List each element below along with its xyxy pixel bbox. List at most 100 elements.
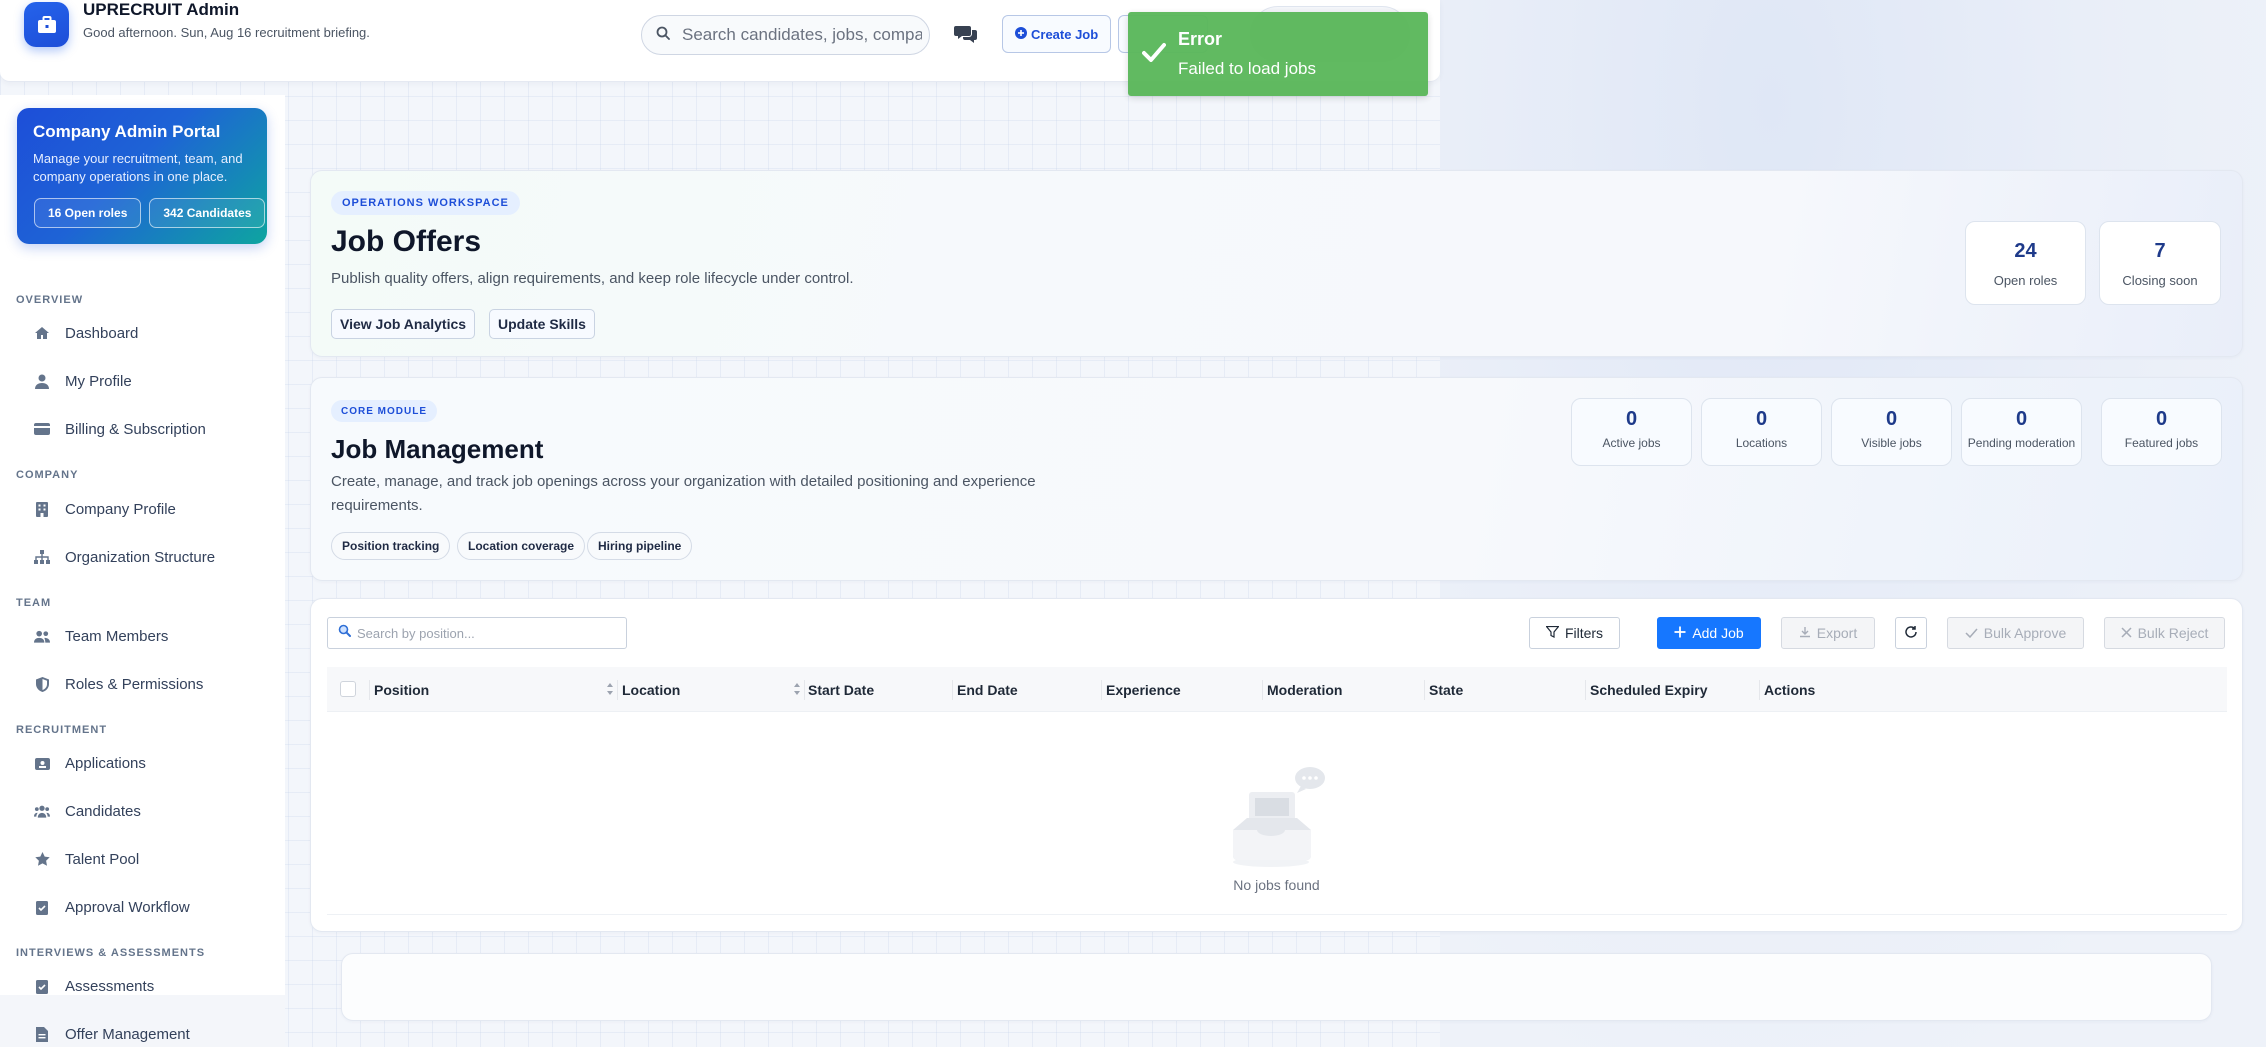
sidebar-item-org-structure[interactable]: Organization Structure xyxy=(34,542,215,572)
table-bottom-border xyxy=(327,914,2227,915)
plus-circle-icon xyxy=(1015,26,1027,42)
global-search-input[interactable] xyxy=(682,25,922,45)
stat-label: Open roles xyxy=(1993,273,2058,288)
app-title: UPRECRUIT Admin xyxy=(83,0,240,19)
sidebar-item-label: Roles & Permissions xyxy=(65,675,204,693)
stat-value: 0 xyxy=(2015,408,2028,430)
toast-title: Error xyxy=(1178,29,1223,49)
open-roles-badge[interactable]: 16 Open roles xyxy=(34,198,142,228)
bulk-reject-label: Bulk Reject xyxy=(2137,625,2209,641)
stat-locations: 0 Locations xyxy=(1701,398,1822,466)
sitemap-icon xyxy=(34,549,50,565)
export-button[interactable]: Export xyxy=(1781,617,1875,649)
bulk-reject-button[interactable]: Bulk Reject xyxy=(2104,617,2225,649)
portal-title: Company Admin Portal xyxy=(33,122,221,141)
sidebar-item-approval-workflow[interactable]: Approval Workflow xyxy=(34,892,190,922)
greeting-text: Good afternoon. Sun, Aug 16 recruitment … xyxy=(83,25,370,40)
column-state: State xyxy=(1429,681,1464,698)
portal-description: Manage your recruitment, team, and compa… xyxy=(33,151,243,184)
clipboard-check-icon xyxy=(34,899,50,915)
export-label: Export xyxy=(1816,625,1858,641)
core-module-tag: CORE MODULE xyxy=(331,400,437,422)
stat-visible-jobs: 0 Visible jobs xyxy=(1831,398,1952,466)
sidebar-item-offer-management[interactable]: Offer Management xyxy=(34,1019,190,1047)
user-icon xyxy=(34,373,50,389)
portal-card: Company Admin Portal Manage your recruit… xyxy=(17,108,267,244)
sidebar-item-label: Applications xyxy=(65,754,146,772)
bulk-approve-button[interactable]: Bulk Approve xyxy=(1947,617,2084,649)
view-job-analytics-button[interactable]: View Job Analytics xyxy=(331,309,476,339)
sort-icon[interactable] xyxy=(606,682,614,701)
add-job-button[interactable]: Add Job xyxy=(1657,617,1761,649)
table-header: Position Location Start Date End Date Ex… xyxy=(327,667,2227,712)
stat-value: 0 xyxy=(1885,408,1898,430)
sidebar-item-label: Company Profile xyxy=(65,500,176,518)
column-position[interactable]: Position xyxy=(374,667,429,712)
column-scheduled-expiry: Scheduled Expiry xyxy=(1590,681,1708,698)
select-all-checkbox[interactable] xyxy=(340,681,356,697)
sidebar-item-billing[interactable]: Billing & Subscription xyxy=(34,414,206,444)
stat-active-jobs: 0 Active jobs xyxy=(1571,398,1692,466)
sidebar-item-company-profile[interactable]: Company Profile xyxy=(34,494,176,524)
update-skills-button[interactable]: Update Skills xyxy=(489,309,595,339)
sidebar-item-my-profile[interactable]: My Profile xyxy=(34,366,132,396)
stat-label: Active jobs xyxy=(1602,436,1661,450)
user-group-icon xyxy=(34,803,50,819)
global-search[interactable] xyxy=(641,15,930,55)
page-title: Job Offers xyxy=(331,225,482,258)
error-toast[interactable]: Error Failed to load jobs xyxy=(1128,12,1428,96)
position-search[interactable] xyxy=(327,617,627,649)
reload-icon xyxy=(1904,625,1918,642)
sidebar-item-dashboard[interactable]: Dashboard xyxy=(34,318,138,348)
candidates-badge[interactable]: 342 Candidates xyxy=(149,198,266,228)
sidebar-item-label: Talent Pool xyxy=(65,850,140,868)
shield-icon xyxy=(34,676,50,692)
sidebar-item-candidates[interactable]: Candidates xyxy=(34,796,141,826)
download-icon xyxy=(1799,625,1811,641)
magnifier-icon xyxy=(338,624,351,642)
sidebar-item-label: Team Members xyxy=(65,627,169,645)
column-end-date: End Date xyxy=(957,681,1018,698)
stat-value: 24 xyxy=(2014,240,2037,262)
sidebar-item-assessments[interactable]: Assessments xyxy=(34,971,154,1001)
sidebar-item-applications[interactable]: Applications xyxy=(34,748,146,778)
position-search-input[interactable] xyxy=(357,625,617,641)
refresh-button[interactable] xyxy=(1895,617,1927,649)
empty-state-illustration xyxy=(311,764,2242,874)
stat-label: Locations xyxy=(1735,436,1788,450)
stat-closing-soon: 7 Closing soon xyxy=(2099,221,2221,305)
column-location[interactable]: Location xyxy=(622,667,680,712)
column-moderation: Moderation xyxy=(1267,681,1343,698)
section-title: Job Management xyxy=(331,434,544,464)
create-job-button[interactable]: Create Job xyxy=(1002,15,1112,53)
stat-pending-moderation: 0 Pending moderation xyxy=(1961,398,2082,466)
sidebar-item-talent-pool[interactable]: Talent Pool xyxy=(34,844,139,874)
sidebar-item-label: Dashboard xyxy=(65,324,139,342)
sidebar-item-roles-permissions[interactable]: Roles & Permissions xyxy=(34,669,203,699)
job-offers-card: OPERATIONS WORKSPACE Job Offers Publish … xyxy=(310,170,2243,357)
check-icon xyxy=(1965,625,1978,641)
stat-label: Pending moderation xyxy=(1967,436,2076,450)
stat-label: Featured jobs xyxy=(2124,436,2199,450)
sidebar-item-team-members[interactable]: Team Members xyxy=(34,621,168,651)
home-icon xyxy=(34,325,50,341)
nav-section-overview: OVERVIEW xyxy=(16,294,84,306)
check-icon xyxy=(1142,42,1166,67)
create-job-label: Create Job xyxy=(1031,26,1099,42)
plus-icon xyxy=(1674,625,1686,641)
close-icon xyxy=(2121,625,2132,641)
column-actions: Actions xyxy=(1764,681,1816,698)
stat-featured-jobs: 0 Featured jobs xyxy=(2101,398,2222,466)
empty-state-text: No jobs found xyxy=(1233,877,1320,893)
management-description: Create, manage, and track job openings a… xyxy=(331,473,1036,514)
file-icon xyxy=(34,1026,50,1042)
clipboard-check-icon xyxy=(34,978,50,994)
filters-button[interactable]: Filters xyxy=(1529,617,1620,649)
sort-icon[interactable] xyxy=(793,682,801,701)
column-experience: Experience xyxy=(1106,681,1181,698)
toast-message: Failed to load jobs xyxy=(1178,59,1316,78)
stat-value: 0 xyxy=(1625,408,1638,430)
sidebar-item-label: Offer Management xyxy=(65,1025,190,1043)
sidebar-item-label: Approval Workflow xyxy=(65,898,190,916)
chat-icon[interactable] xyxy=(954,24,978,49)
